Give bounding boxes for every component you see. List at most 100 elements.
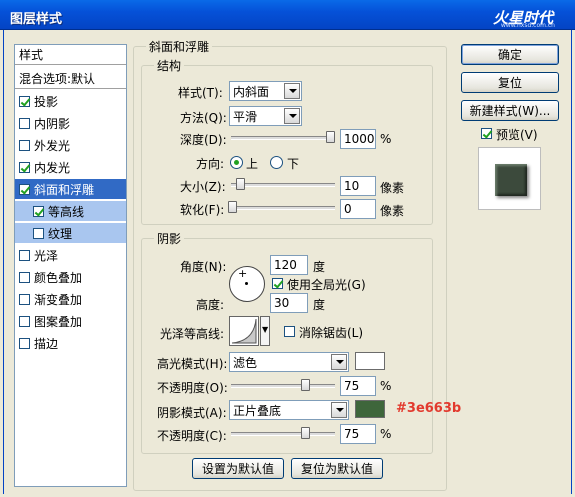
bevel-emboss-title: 斜面和浮雕: [146, 38, 213, 55]
depth-slider-thumb[interactable]: [326, 131, 335, 143]
style-list-header[interactable]: 样式: [15, 45, 126, 65]
style-item-bevel-emboss[interactable]: 斜面和浮雕: [15, 179, 126, 199]
style-item-label: 等高线: [48, 204, 85, 219]
size-value: 10: [344, 179, 360, 193]
preview-checkbox[interactable]: [481, 128, 492, 139]
preview-label: 预览(V): [496, 128, 538, 142]
style-item-stroke[interactable]: 描边: [15, 333, 126, 353]
style-item-pattern-overlay[interactable]: 图案叠加: [15, 311, 126, 331]
highlight-opacity-unit: %: [380, 379, 392, 393]
size-field[interactable]: 10: [340, 176, 376, 196]
gloss-contour-preview[interactable]: [229, 316, 259, 346]
chevron-down-icon: ▼: [262, 325, 269, 334]
ok-button[interactable]: 确定: [461, 44, 559, 65]
reset-button[interactable]: 复位: [461, 72, 559, 93]
bevel-emboss-checkbox[interactable]: [19, 183, 30, 195]
style-item-contour[interactable]: 等高线: [15, 201, 126, 221]
style-item-label: 纹理: [48, 226, 73, 241]
soften-slider-thumb[interactable]: [228, 201, 237, 213]
style-item-inner-glow[interactable]: 内发光: [15, 157, 126, 177]
shadow-color-swatch[interactable]: [355, 400, 385, 418]
size-unit: 像素: [380, 181, 405, 195]
bevel-style-select[interactable]: 内斜面: [229, 81, 302, 101]
style-item-satin[interactable]: 光泽: [15, 245, 126, 265]
style-item-inner-shadow[interactable]: 内阴影: [15, 113, 126, 133]
outer-glow-checkbox[interactable]: [19, 139, 30, 151]
preview-swatch-shape: [495, 164, 527, 196]
soften-slider[interactable]: [231, 206, 335, 210]
soften-field[interactable]: 0: [340, 199, 376, 219]
altitude-value: 30: [274, 296, 290, 310]
stroke-checkbox[interactable]: [19, 337, 30, 349]
satin-checkbox[interactable]: [19, 249, 30, 261]
shadow-opacity-thumb[interactable]: [301, 427, 310, 439]
angle-field[interactable]: 120: [270, 255, 308, 275]
depth-unit: %: [380, 132, 392, 146]
dial-center-dot: [245, 282, 248, 285]
angle-unit: 度: [313, 260, 326, 274]
texture-checkbox[interactable]: [33, 227, 44, 239]
pattern-overlay-checkbox[interactable]: [19, 315, 30, 327]
depth-value: 1000: [344, 132, 375, 146]
antialias-checkbox[interactable]: [284, 326, 295, 337]
soften-unit: 像素: [380, 204, 405, 218]
shadow-mode-select[interactable]: 正片叠底: [229, 400, 349, 420]
style-list-header-label: 样式: [19, 48, 44, 62]
direction-label: 方向:: [196, 157, 225, 171]
shadow-opacity-field[interactable]: 75: [340, 424, 376, 444]
highlight-opacity-slider[interactable]: [231, 384, 335, 388]
shadow-mode-value: 正片叠底: [233, 403, 282, 418]
technique-label: 方法(Q):: [180, 111, 227, 125]
size-label: 大小(Z):: [180, 180, 226, 194]
highlight-color-swatch[interactable]: [355, 352, 385, 370]
style-preview-thumbnail: [478, 147, 541, 210]
drop-shadow-checkbox[interactable]: [19, 95, 30, 107]
angle-label: 角度(N):: [180, 260, 227, 274]
shading-title: 阴影: [154, 230, 185, 247]
gradient-overlay-checkbox[interactable]: [19, 293, 30, 305]
highlight-opacity-thumb[interactable]: [301, 379, 310, 391]
style-item-label: 描边: [34, 336, 59, 351]
inner-glow-checkbox[interactable]: [19, 161, 30, 173]
style-item-gradient-overlay[interactable]: 渐变叠加: [15, 289, 126, 309]
depth-field[interactable]: 1000: [340, 129, 376, 149]
soften-label: 软化(F):: [180, 203, 225, 217]
blending-options-item[interactable]: 混合选项:默认: [15, 69, 126, 89]
altitude-field[interactable]: 30: [270, 293, 308, 313]
style-item-label: 内发光: [34, 160, 71, 175]
style-item-label: 颜色叠加: [34, 270, 83, 285]
brand-logo-url: www.hxsd.com.cn: [500, 22, 555, 29]
style-item-color-overlay[interactable]: 颜色叠加: [15, 267, 126, 287]
angle-dial[interactable]: +: [229, 266, 265, 302]
new-style-button[interactable]: 新建样式(W)...: [461, 100, 559, 121]
highlight-mode-select[interactable]: 滤色: [229, 352, 349, 372]
highlight-opacity-field[interactable]: 75: [340, 376, 376, 396]
blending-options-label: 混合选项:默认: [19, 72, 96, 86]
reset-default-button[interactable]: 复位为默认值: [291, 458, 383, 479]
style-item-label: 内阴影: [34, 116, 71, 131]
color-overlay-checkbox[interactable]: [19, 271, 30, 283]
soften-value: 0: [344, 202, 352, 216]
direction-down-radio[interactable]: [270, 156, 283, 169]
style-item-drop-shadow[interactable]: 投影: [15, 91, 126, 111]
size-slider[interactable]: [231, 183, 335, 187]
size-slider-thumb[interactable]: [236, 178, 245, 190]
style-item-outer-glow[interactable]: 外发光: [15, 135, 126, 155]
gloss-contour-dropdown[interactable]: ▼: [260, 316, 270, 346]
depth-label: 深度(D):: [180, 133, 227, 147]
global-light-checkbox[interactable]: [272, 278, 283, 289]
structure-title: 结构: [154, 57, 185, 74]
style-label: 样式(T):: [178, 86, 223, 100]
shadow-opacity-slider[interactable]: [231, 432, 335, 436]
chevron-down-icon: [284, 83, 300, 99]
chevron-down-icon: [284, 108, 300, 124]
contour-curve-icon: [231, 318, 257, 344]
depth-slider[interactable]: [231, 136, 335, 140]
inner-shadow-checkbox[interactable]: [19, 117, 30, 129]
direction-up-radio[interactable]: [230, 156, 243, 169]
make-default-button[interactable]: 设置为默认值: [192, 458, 284, 479]
antialias-label: 消除锯齿(L): [299, 326, 364, 340]
contour-checkbox[interactable]: [33, 205, 44, 217]
technique-select[interactable]: 平滑: [229, 106, 302, 126]
style-item-texture[interactable]: 纹理: [15, 223, 126, 243]
